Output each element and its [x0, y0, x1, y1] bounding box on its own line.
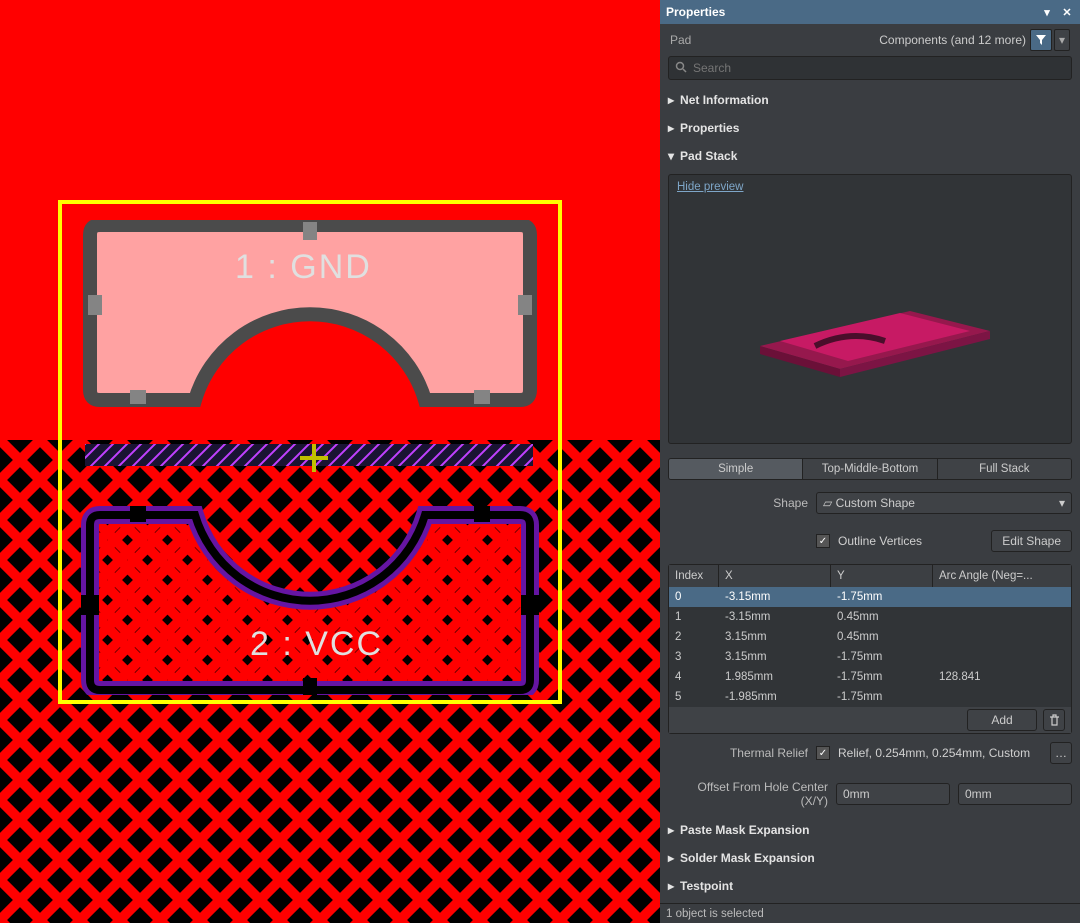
- col-y[interactable]: Y: [831, 565, 933, 587]
- chevron-down-icon: ▾: [1059, 496, 1065, 510]
- edit-shape-button[interactable]: Edit Shape: [991, 530, 1072, 552]
- outline-vertices-checkbox[interactable]: ✓: [816, 534, 830, 548]
- shape-label: Shape: [668, 496, 808, 510]
- section-net-information[interactable]: ▸ Net Information: [660, 86, 1080, 114]
- trash-icon: [1049, 714, 1060, 726]
- table-row[interactable]: 41.985mm-1.75mm128.841: [669, 667, 1071, 687]
- search-icon: [675, 61, 687, 76]
- thermal-relief-options-button[interactable]: …: [1050, 742, 1072, 764]
- shape-icon: ▱: [823, 496, 832, 510]
- section-solder-mask-expansion[interactable]: ▸ Solder Mask Expansion: [660, 844, 1080, 872]
- preview-3d[interactable]: [669, 199, 1071, 443]
- pin-icon[interactable]: ▾: [1040, 5, 1054, 19]
- col-x[interactable]: X: [719, 565, 831, 587]
- pad-1-gnd[interactable]: [75, 220, 545, 415]
- col-index[interactable]: Index: [669, 565, 719, 587]
- table-row[interactable]: 33.15mm-1.75mm: [669, 647, 1071, 667]
- chevron-down-icon: ▾: [1059, 33, 1065, 47]
- offset-x-input[interactable]: 0mm: [836, 783, 950, 805]
- ellipsis-icon: …: [1055, 746, 1067, 760]
- pcb-canvas[interactable]: 1 : GND 2 : VCC: [0, 0, 660, 923]
- filter-button[interactable]: [1030, 29, 1052, 51]
- seg-top-middle-bottom[interactable]: Top-Middle-Bottom: [802, 459, 936, 479]
- table-row[interactable]: 5-1.985mm-1.75mm: [669, 687, 1071, 707]
- panel-titlebar[interactable]: Properties ▾ ✕: [660, 0, 1080, 24]
- paste-strip: [85, 444, 533, 466]
- chevron-right-icon: ▸: [668, 823, 674, 837]
- properties-panel: Properties ▾ ✕ Pad Components (and 12 mo…: [660, 0, 1080, 923]
- status-bar: 1 object is selected: [660, 903, 1080, 923]
- filter-dropdown-button[interactable]: ▾: [1054, 29, 1070, 51]
- table-row[interactable]: 23.15mm0.45mm: [669, 627, 1071, 647]
- panel-title: Properties: [666, 5, 725, 19]
- object-type-label: Pad: [670, 33, 691, 47]
- search-box[interactable]: [668, 56, 1072, 80]
- table-row[interactable]: 1-3.15mm0.45mm: [669, 607, 1071, 627]
- section-testpoint[interactable]: ▸ Testpoint: [660, 872, 1080, 900]
- close-icon[interactable]: ✕: [1060, 5, 1074, 19]
- search-input[interactable]: [693, 61, 1065, 75]
- delete-vertex-button[interactable]: [1043, 709, 1065, 731]
- col-arc[interactable]: Arc Angle (Neg=...: [933, 565, 1071, 587]
- filter-scope: Components (and 12 more): [879, 33, 1026, 47]
- chevron-down-icon: ▾: [668, 149, 674, 163]
- offset-y-input[interactable]: 0mm: [958, 783, 1072, 805]
- hide-preview-link[interactable]: Hide preview: [669, 175, 1071, 199]
- funnel-icon: [1035, 34, 1047, 46]
- seg-simple[interactable]: Simple: [669, 459, 802, 479]
- chevron-right-icon: ▸: [668, 851, 674, 865]
- section-pad-stack[interactable]: ▾ Pad Stack: [660, 142, 1080, 170]
- chevron-right-icon: ▸: [668, 879, 674, 893]
- shape-dropdown[interactable]: ▱ Custom Shape ▾: [816, 492, 1072, 514]
- seg-full-stack[interactable]: Full Stack: [937, 459, 1071, 479]
- thermal-relief-checkbox[interactable]: ✓: [816, 746, 830, 760]
- section-properties[interactable]: ▸ Properties: [660, 114, 1080, 142]
- chevron-right-icon: ▸: [668, 93, 674, 107]
- vertices-table[interactable]: Index X Y Arc Angle (Neg=... 0-3.15mm-1.…: [668, 564, 1072, 734]
- chevron-right-icon: ▸: [668, 121, 674, 135]
- pad-2-vcc[interactable]: [75, 500, 545, 695]
- outline-vertices-label: Outline Vertices: [838, 534, 983, 548]
- offset-label: Offset From Hole Center (X/Y): [668, 780, 828, 808]
- thermal-relief-value: Relief, 0.254mm, 0.254mm, Custom: [838, 746, 1042, 760]
- table-row[interactable]: 0-3.15mm-1.75mm: [669, 587, 1071, 607]
- thermal-relief-label: Thermal Relief: [668, 746, 808, 760]
- layer-mode-segmented[interactable]: Simple Top-Middle-Bottom Full Stack: [668, 458, 1072, 480]
- section-paste-mask-expansion[interactable]: ▸ Paste Mask Expansion: [660, 816, 1080, 844]
- pad-preview: Hide preview: [668, 174, 1072, 444]
- add-vertex-button[interactable]: Add: [967, 709, 1037, 731]
